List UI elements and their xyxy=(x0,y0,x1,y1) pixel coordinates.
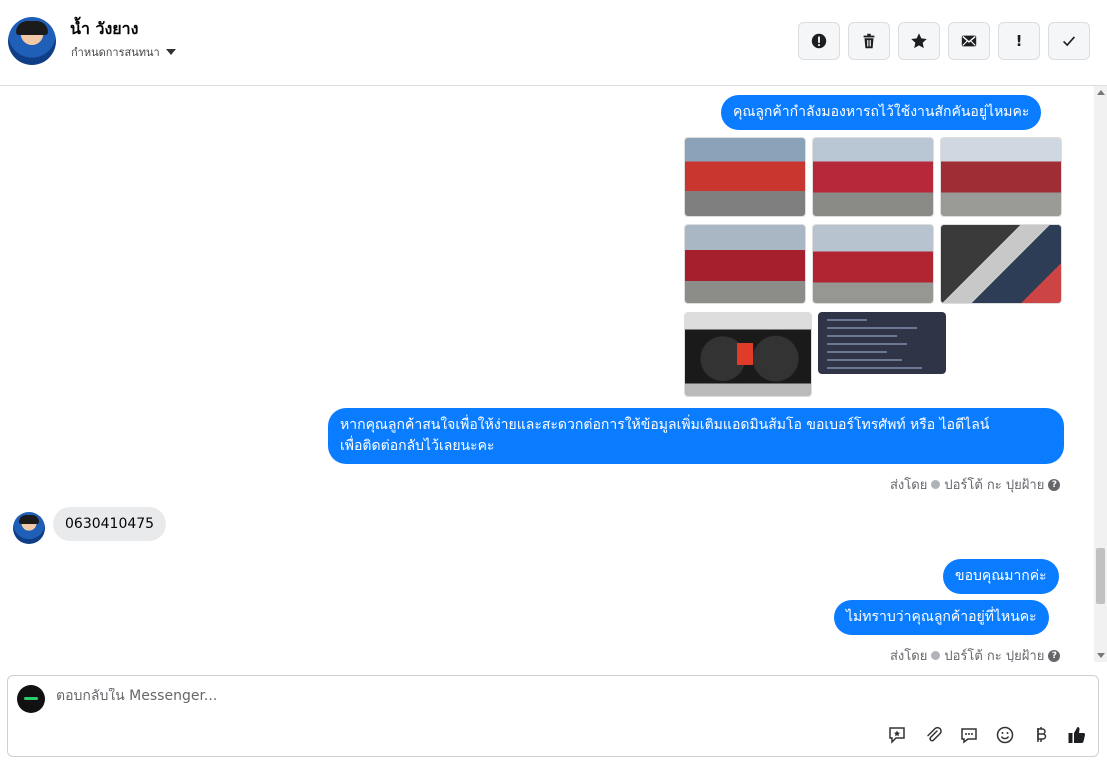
emoji-button[interactable] xyxy=(992,722,1018,748)
reply-composer xyxy=(7,675,1099,757)
baht-payment-icon xyxy=(1037,727,1047,742)
assign-conversation-dropdown[interactable]: กำหนดการสนทนา xyxy=(71,43,176,61)
emoji-icon xyxy=(996,726,1014,744)
sent-by-label: ส่งโดย xyxy=(890,478,928,493)
reply-input[interactable] xyxy=(56,688,856,704)
thread-scrollbar[interactable] xyxy=(1094,86,1107,662)
composer-tools xyxy=(884,722,1090,748)
contact-avatar-small[interactable] xyxy=(13,512,45,544)
scroll-thumb[interactable] xyxy=(1096,548,1105,604)
attachment-icon xyxy=(927,726,942,742)
payment-button[interactable] xyxy=(1028,722,1054,748)
saved-reply-icon xyxy=(889,727,905,744)
chat-bubble-icon xyxy=(961,728,977,744)
chevron-down-icon xyxy=(165,49,176,55)
envelope-icon xyxy=(961,35,977,47)
saved-reply-button[interactable] xyxy=(884,722,910,748)
sent-by-status: ส่งโดย ปอร์โต้ กะ ปุยฝ้าย ? xyxy=(890,645,1061,662)
contact-name[interactable]: น้ำ วังยาง xyxy=(70,17,138,42)
sender-name: ปอร์โต้ กะ ปุยฝ้าย xyxy=(944,649,1045,662)
mark-spam-button[interactable] xyxy=(798,22,840,60)
photo-attachment[interactable] xyxy=(684,224,806,304)
check-icon xyxy=(1063,36,1076,47)
thumbs-up-icon xyxy=(1068,727,1086,743)
exclamation-icon: ! xyxy=(1015,32,1023,50)
photo-attachment[interactable] xyxy=(812,137,934,217)
contact-avatar[interactable] xyxy=(8,17,56,65)
mark-done-button[interactable] xyxy=(1048,22,1090,60)
star-button[interactable] xyxy=(898,22,940,60)
sent-by-status: ส่งโดย ปอร์โต้ กะ ปุยฝ้าย ? xyxy=(890,474,1061,495)
delete-button[interactable] xyxy=(848,22,890,60)
photo-attachment[interactable] xyxy=(684,137,806,217)
follow-up-button[interactable]: ! xyxy=(998,22,1040,60)
photo-attachment[interactable] xyxy=(940,224,1062,304)
sender-name: ปอร์โต้ กะ ปุยฝ้าย xyxy=(944,478,1045,493)
outgoing-message: คุณลูกค้ากำลังมองหารถไว้ใช้งานสักคันอยู่… xyxy=(721,95,1042,130)
attach-file-button[interactable] xyxy=(920,722,946,748)
photo-attachment[interactable] xyxy=(818,312,946,374)
outgoing-message: ไม่ทราบว่าคุณลูกค้าอยู่ที่ไหนคะ xyxy=(834,600,1049,635)
assign-label: กำหนดการสนทนา xyxy=(71,46,160,59)
message-thread[interactable]: คุณลูกค้ากำลังมองหารถไว้ใช้งานสักคันอยู่… xyxy=(0,86,1094,662)
alert-circle-icon xyxy=(811,33,827,49)
photo-attachment[interactable] xyxy=(812,224,934,304)
photo-attachment[interactable] xyxy=(684,312,812,397)
help-icon[interactable]: ? xyxy=(1048,478,1061,491)
conversation-header: น้ำ วังยาง กำหนดการสนทนา ! xyxy=(0,0,1107,86)
page-avatar xyxy=(17,685,45,713)
message-line: เพื่อติดต่อกลับไว้เลยนะคะ xyxy=(340,438,495,454)
scroll-down-arrow-icon[interactable] xyxy=(1097,653,1105,658)
quick-reply-button[interactable] xyxy=(956,722,982,748)
help-icon[interactable]: ? xyxy=(1048,649,1061,662)
like-button[interactable] xyxy=(1064,722,1090,748)
incoming-message: 0630410475 xyxy=(53,507,167,541)
trash-icon xyxy=(863,33,875,49)
message-line: หากคุณลูกค้าสนใจเพื่อให้ง่ายและสะดวกต่อก… xyxy=(340,417,990,433)
star-icon xyxy=(911,33,927,49)
photo-attachment[interactable] xyxy=(940,137,1062,217)
outgoing-message: หากคุณลูกค้าสนใจเพื่อให้ง่ายและสะดวกต่อก… xyxy=(328,408,1064,464)
scroll-up-arrow-icon[interactable] xyxy=(1097,90,1105,95)
sent-by-label: ส่งโดย xyxy=(890,649,928,662)
sender-avatar-icon xyxy=(931,480,941,489)
sender-avatar-icon xyxy=(931,651,941,660)
mark-unread-button[interactable] xyxy=(948,22,990,60)
outgoing-message: ขอบคุณมากค่ะ xyxy=(943,559,1059,594)
conversation-toolbar: ! xyxy=(798,22,1090,60)
